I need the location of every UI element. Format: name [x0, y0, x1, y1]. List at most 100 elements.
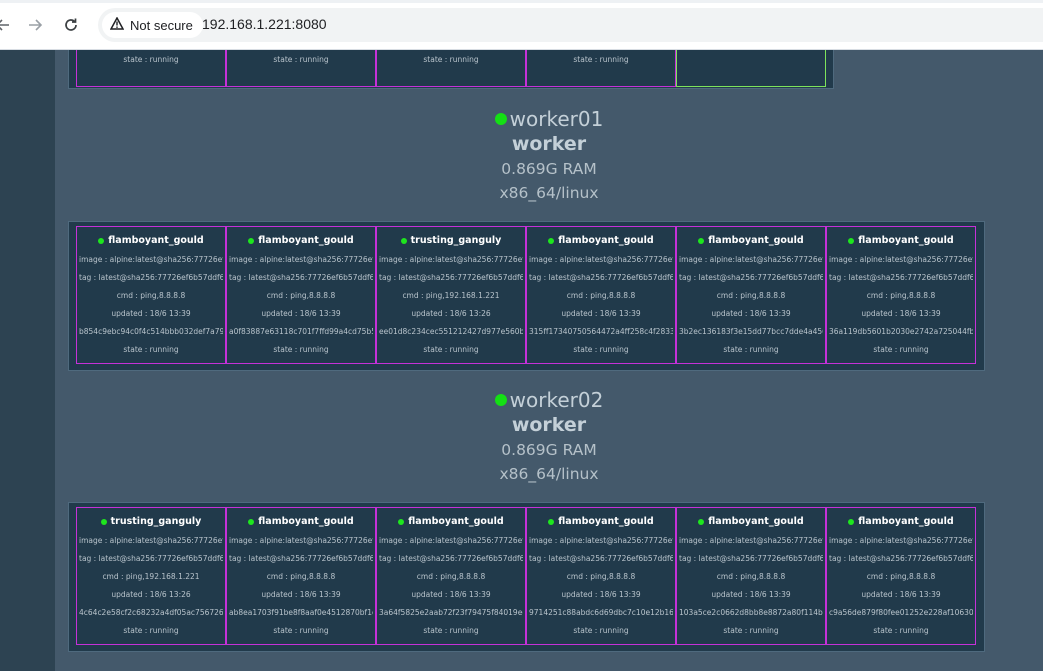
- browser-toolbar: Not secure 192.168.1.221:8080: [0, 0, 1043, 50]
- container-tag: tag : latest@sha256:77726ef6b57ddf65bb55…: [229, 554, 373, 563]
- container-cmd: cmd : ping,8.8.8.8: [566, 572, 636, 581]
- container-name: trusting_ganguly: [79, 516, 223, 527]
- container-updated: updated : 18/6 13:39: [561, 590, 641, 599]
- reload-icon[interactable]: [58, 12, 84, 38]
- container-tag: tag : latest@sha256:77726ef6b57ddf65bb55…: [79, 554, 223, 563]
- security-indicator[interactable]: Not secure: [102, 12, 203, 38]
- container-state: state : running: [723, 345, 779, 354]
- container-card[interactable]: trusting_gangulyimage : alpine:latest@sh…: [376, 226, 526, 364]
- node-role: worker: [511, 133, 587, 155]
- container-name-text: trusting_ganguly: [410, 235, 502, 246]
- container-card[interactable]: flamboyant_gouldimage : alpine:latest@sh…: [226, 226, 376, 364]
- container-name: flamboyant_gould: [829, 235, 973, 246]
- container-card[interactable]: flamboyant_gould image : alpine:latest@sh…: [526, 226, 676, 364]
- container-tag: tag : latest@sha256:77726ef6b57ddf65bb55…: [679, 273, 823, 282]
- container-name: flamboyant_gould: [529, 516, 673, 527]
- container-tag: tag : latest@sha256:77726ef6b57ddf65bb55…: [379, 273, 523, 282]
- container-tag: tag : latest@sha256:77726ef6b57ddf65bb55…: [679, 554, 823, 563]
- container-cmd: cmd : ping,192.168.1.221: [402, 291, 500, 300]
- container-state: state : running: [723, 626, 779, 635]
- container-updated: updated : 18/6 13:39: [711, 590, 791, 599]
- node-name: worker02: [55, 388, 1043, 412]
- container-card[interactable]: flamboyant_gouldimage : alpine:latest@sh…: [526, 507, 676, 645]
- node-name: worker01: [55, 107, 1043, 131]
- forward-icon[interactable]: [22, 12, 48, 38]
- node-platform: x86_64/linux: [499, 184, 599, 202]
- container-updated: updated : 18/6 13:39: [261, 590, 341, 599]
- container-name-text: flamboyant_gould: [558, 516, 654, 527]
- container-card[interactable]: flamboyant_gould image : alpine:latest@sh…: [676, 507, 826, 645]
- container-image: image : alpine:latest@sha256:77726ef6b57…: [79, 255, 223, 264]
- address-bar[interactable]: Not secure 192.168.1.221:8080: [98, 8, 1043, 42]
- node-name-text: worker01: [509, 107, 604, 131]
- node-platform: x86_64/linux: [499, 465, 599, 483]
- running-dot-icon: [698, 237, 705, 244]
- container-updated: updated : 18/6 13:39: [111, 309, 191, 318]
- container-state: state : running: [423, 345, 479, 354]
- container-name: flamboyant_gould: [829, 516, 973, 527]
- container-card[interactable]: flamboyant_gouldimage : alpine:latest@sh…: [226, 507, 376, 645]
- container-cmd: cmd : ping,192.168.1.221: [102, 572, 200, 581]
- container-image: image : alpine:latest@sha256:77726ef6b57…: [829, 255, 973, 264]
- swarm-visualizer: dd0f9e2f7bd3d341f5b1f9a222ed4887a3a stat…: [55, 36, 1043, 671]
- container-cmd: cmd : ping,8.8.8.8: [566, 291, 636, 300]
- container-state: state : running: [423, 55, 479, 64]
- container-state: state : running: [123, 345, 179, 354]
- container-state: state : running: [273, 345, 329, 354]
- container-id: 3a64f5825e2aab72f23f79475f84019ec124: [379, 608, 523, 617]
- container-name: flamboyant_gould: [379, 516, 523, 527]
- status-dot-icon: [494, 394, 507, 406]
- container-cmd: cmd : ping,8.8.8.8: [266, 572, 336, 581]
- node-panel-worker02: trusting_gangulyimage : alpine:latest@sh…: [68, 502, 985, 652]
- container-tag: tag : latest@sha256:77726ef6b57ddf65bb55…: [379, 554, 523, 563]
- container-image: image : alpine:latest@sha256:77726ef6b57…: [679, 536, 823, 545]
- container-card[interactable]: flamboyant_gouldimage : alpine:latest@sh…: [76, 226, 226, 364]
- container-id: ee01d8c234cec551212427d977e560bf261: [379, 327, 523, 336]
- container-state: state : running: [873, 626, 929, 635]
- back-icon[interactable]: [0, 12, 16, 38]
- container-image: image : alpine:latest@sha256:77726ef6b57…: [79, 536, 223, 545]
- container-card[interactable]: flamboyant_gould image : alpine:latest@sh…: [676, 226, 826, 364]
- warning-icon: [109, 16, 125, 33]
- container-tag: tag : latest@sha256:77726ef6b57ddf65bb55…: [79, 273, 223, 282]
- container-state: state : running: [873, 345, 929, 354]
- container-state: state : running: [273, 626, 329, 635]
- container-image: image : alpine:latest@sha256:77726ef6b57…: [229, 255, 373, 264]
- running-dot-icon: [398, 518, 405, 525]
- container-name-text: flamboyant_gould: [408, 516, 504, 527]
- container-updated: updated : 18/6 13:26: [411, 309, 491, 318]
- url-text[interactable]: 192.168.1.221:8080: [202, 16, 327, 32]
- container-id: 315ff17340750564472a4ff258c4f2833e26: [529, 327, 673, 336]
- container-name-text: flamboyant_gould: [258, 516, 354, 527]
- container-updated: updated : 18/6 13:39: [411, 590, 491, 599]
- container-updated: updated : 18/6 13:39: [861, 309, 941, 318]
- container-card[interactable]: trusting_gangulyimage : alpine:latest@sh…: [76, 507, 226, 645]
- container-image: image : alpine:latest@sha256:77726ef6b57…: [529, 536, 673, 545]
- container-card[interactable]: flamboyant_gouldimage : alpine:latest@sh…: [826, 507, 976, 645]
- container-state: state : running: [123, 55, 179, 64]
- container-tag: tag : latest@sha256:77726ef6b57ddf65bb55…: [829, 273, 973, 282]
- container-name-text: trusting_ganguly: [110, 516, 202, 527]
- running-dot-icon: [698, 518, 705, 525]
- container-name-text: flamboyant_gould: [108, 235, 204, 246]
- running-dot-icon: [248, 518, 255, 525]
- container-cmd: cmd : ping,8.8.8.8: [416, 572, 486, 581]
- container-name: flamboyant_gould: [229, 516, 373, 527]
- container-id: 36a119db5601b2030e2742a725044fb2b: [829, 327, 973, 336]
- container-id: 3b2ec136183f3e15dd77bcc7dde4a4568e: [679, 327, 823, 336]
- container-cmd: cmd : ping,8.8.8.8: [716, 572, 786, 581]
- container-name-text: flamboyant_gould: [858, 235, 954, 246]
- running-dot-icon: [848, 518, 855, 525]
- container-image: image : alpine:latest@sha256:77726ef6b57…: [529, 255, 673, 264]
- container-card[interactable]: flamboyant_gouldimage : alpine:latest@sh…: [826, 226, 976, 364]
- container-card[interactable]: flamboyant_gould image : alpine:latest@sh…: [376, 507, 526, 645]
- container-updated: updated : 18/6 13:39: [561, 309, 641, 318]
- container-id: 103a5ce2c0662d8bb8e8872a80f114baa70: [679, 608, 823, 617]
- container-updated: updated : 18/6 13:39: [861, 590, 941, 599]
- status-dot-icon: [494, 113, 507, 125]
- security-label: Not secure: [130, 17, 193, 33]
- container-image: image : alpine:latest@sha256:77726ef6b57…: [379, 255, 523, 264]
- container-name: flamboyant_gould: [229, 235, 373, 246]
- container-image: image : alpine:latest@sha256:77726ef6b57…: [829, 536, 973, 545]
- container-image: image : alpine:latest@sha256:77726ef6b57…: [229, 536, 373, 545]
